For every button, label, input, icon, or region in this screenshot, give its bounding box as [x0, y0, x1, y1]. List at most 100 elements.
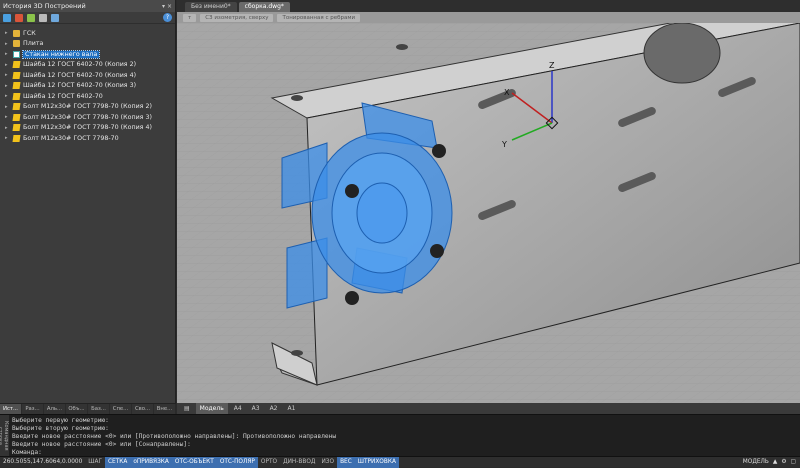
panel-tab[interactable]: Вне...	[154, 404, 176, 414]
panel-tab[interactable]: Ист...	[0, 404, 22, 414]
tree-item[interactable]: ▸ Шайба 12 ГОСТ 6402-70 (Копия 4)	[0, 70, 175, 81]
status-toggle[interactable]: ИЗО	[318, 457, 337, 468]
expand-chevron-icon[interactable]: ▸	[5, 41, 11, 47]
panel-pin-close-icon[interactable]: ▾ ×	[162, 3, 172, 10]
layout-tab[interactable]: Модель	[195, 403, 228, 414]
part-icon	[12, 134, 21, 142]
tree-item[interactable]: ▸ Шайба 12 ГОСТ 6402-70 (Копия 3)	[0, 81, 175, 92]
layout-tab[interactable]: A3	[248, 403, 264, 414]
tree-item-label: Болт М12х30# ГОСТ 7798-70	[23, 134, 119, 142]
tree-item-label: Болт М12х30# ГОСТ 7798-70 (Копия 3)	[23, 113, 152, 121]
status-toggle[interactable]: ДИН-ВВОД	[280, 457, 318, 468]
command-line-text: Введите новое расстояние <0> или [Сонапр…	[12, 441, 191, 448]
filter-icon[interactable]	[3, 13, 11, 22]
bolt-head	[345, 291, 359, 305]
command-line-text: Выберите вторую геометрию:	[12, 425, 109, 432]
svg-text:X: X	[504, 88, 510, 97]
status-toggle[interactable]: ШТРИХОВКА	[354, 456, 399, 468]
panel-tab[interactable]: Сво...	[132, 404, 154, 414]
bolt-head	[432, 144, 446, 158]
sort-icon[interactable]	[27, 13, 35, 22]
status-toggle[interactable]: ОТС-ОБЪЕКТ	[171, 456, 217, 468]
tree-item-label: Болт М12х30# ГОСТ 7798-70 (Копия 2)	[23, 103, 152, 111]
panel-title-bar: История 3D Построений ▾ ×	[0, 0, 175, 12]
expand-chevron-icon[interactable]: ▸	[5, 125, 11, 131]
model-mode-label[interactable]: МОДЕЛЬ	[743, 459, 769, 465]
status-toggle[interactable]: ОРТО	[258, 457, 280, 468]
large-cutout	[643, 23, 721, 84]
tree-item-label: Болт М12х30# ГОСТ 7798-70 (Копия 4)	[23, 124, 152, 132]
tree-item[interactable]: ▸ Болт М12х30# ГОСТ 7798-70 (Копия 3)	[0, 112, 175, 123]
panel-tab[interactable]: Раз...	[22, 404, 44, 414]
folder-icon	[13, 40, 20, 48]
layout-tab[interactable]: A2	[266, 403, 282, 414]
tree-item[interactable]: ▸ Плита	[0, 39, 175, 50]
tree-item[interactable]: ▸ ГСК	[0, 28, 175, 39]
history-panel: История 3D Построений ▾ × ? ▸ ГСК ▸ Плита ▸ С…	[0, 0, 176, 414]
panel-toolbar: ?	[0, 12, 175, 24]
expand-chevron-icon[interactable]: ▸	[5, 93, 11, 99]
selected-icon	[13, 50, 20, 58]
breadcrumb-item[interactable]: СЗ изометрия, сверху	[200, 13, 274, 22]
history-tree: ▸ ГСК ▸ Плита ▸ Стакан нижнего вала ▸ Шайба 12 …	[0, 24, 175, 144]
command-line-text: Выберите первую геометрию:	[12, 417, 109, 424]
expand-chevron-icon[interactable]: ▸	[5, 62, 11, 68]
tree-item[interactable]: ▸ Болт М12х30# ГОСТ 7798-70	[0, 133, 175, 144]
tree-item[interactable]: ▸ Шайба 12 ГОСТ 6402-70 (Копия 2)	[0, 60, 175, 71]
document-tab[interactable]: Без имени0*	[185, 2, 237, 12]
tree-item[interactable]: ▸ Болт М12х30# ГОСТ 7798-70 (Копия 4)	[0, 123, 175, 134]
tree-item-label: Шайба 12 ГОСТ 6402-70 (Копия 3)	[23, 82, 137, 90]
workspace-icon[interactable]: ⚙	[781, 459, 786, 465]
expand-chevron-icon[interactable]: ▸	[5, 51, 11, 57]
tree-item[interactable]: ▸ Шайба 12 ГОСТ 6402-70	[0, 91, 175, 102]
panel-tabs: Ист... Раз... Аль... Объ... Баз... Спе... Сво.…	[0, 403, 176, 414]
command-side-label: Командная строка	[0, 415, 9, 457]
expand-chevron-icon[interactable]: ▸	[5, 83, 11, 89]
fullscreen-icon[interactable]: ▢	[791, 459, 796, 465]
panel-tab[interactable]: Аль...	[44, 404, 66, 414]
help-icon[interactable]: ?	[163, 13, 172, 22]
expand-chevron-icon[interactable]: ▸	[5, 104, 11, 110]
status-toggle[interactable]: ШАГ	[85, 457, 105, 468]
breadcrumb-item[interactable]: Тонированная с ребрами	[277, 13, 361, 22]
bolt-head	[430, 244, 444, 258]
tree-view-icon[interactable]	[15, 13, 23, 22]
flange-hole	[291, 95, 303, 101]
command-history: Выберите первую геометрию: Выберите втору…	[12, 417, 336, 457]
status-toggle[interactable]: ВЕС	[337, 456, 355, 468]
part-icon	[12, 92, 21, 100]
panel-tab[interactable]: Баз...	[88, 404, 110, 414]
list-icon[interactable]	[51, 13, 59, 22]
panel-tab[interactable]: Спе...	[110, 404, 132, 414]
settings-icon[interactable]	[39, 13, 47, 22]
part-icon	[12, 71, 21, 79]
tree-item[interactable]: ▸ Болт М12х30# ГОСТ 7798-70 (Копия 2)	[0, 102, 175, 113]
coordinates-readout: 260.5055,147.6064,0.0000	[3, 459, 83, 465]
document-tabs: Без имени0* сборка.dwg*	[177, 0, 800, 12]
status-bar: 260.5055,147.6064,0.0000 ШАГ СЕТКА оПРИВЯЗ…	[0, 456, 800, 468]
command-line[interactable]: Командная строка Выберите первую геометр…	[0, 414, 800, 457]
model-viewport[interactable]: Z X Y	[177, 23, 800, 403]
svg-text:Y: Y	[501, 140, 507, 149]
layout-grid-icon[interactable]: ▤	[180, 403, 194, 414]
view-breadcrumb: т СЗ изометрия, сверху Тонированная с ребр…	[177, 12, 800, 23]
panel-tab[interactable]: Объ...	[66, 404, 88, 414]
status-toggle[interactable]: оПРИВЯЗКА	[130, 456, 172, 468]
expand-chevron-icon[interactable]: ▸	[5, 135, 11, 141]
tree-item[interactable]: ▸ Стакан нижнего вала	[0, 49, 175, 60]
tree-item-label: Стакан нижнего вала	[21, 49, 101, 59]
expand-chevron-icon[interactable]: ▸	[5, 114, 11, 120]
panel-title: История 3D Построений	[3, 2, 86, 10]
layout-tab[interactable]: A4	[230, 403, 246, 414]
status-toggle[interactable]: ОТС-ПОЛЯР	[216, 456, 258, 468]
tree-item-label: Шайба 12 ГОСТ 6402-70 (Копия 4)	[23, 71, 137, 79]
annotation-scale-icon[interactable]: ▲	[773, 459, 777, 465]
part-icon	[12, 82, 21, 90]
breadcrumb-item[interactable]: т	[183, 13, 197, 22]
status-toggle[interactable]: СЕТКА	[105, 456, 131, 468]
layout-tab[interactable]: A1	[284, 403, 300, 414]
expand-chevron-icon[interactable]: ▸	[5, 72, 11, 78]
expand-chevron-icon[interactable]: ▸	[5, 30, 11, 36]
document-tab[interactable]: сборка.dwg*	[238, 2, 290, 12]
flange-hole	[291, 350, 303, 356]
